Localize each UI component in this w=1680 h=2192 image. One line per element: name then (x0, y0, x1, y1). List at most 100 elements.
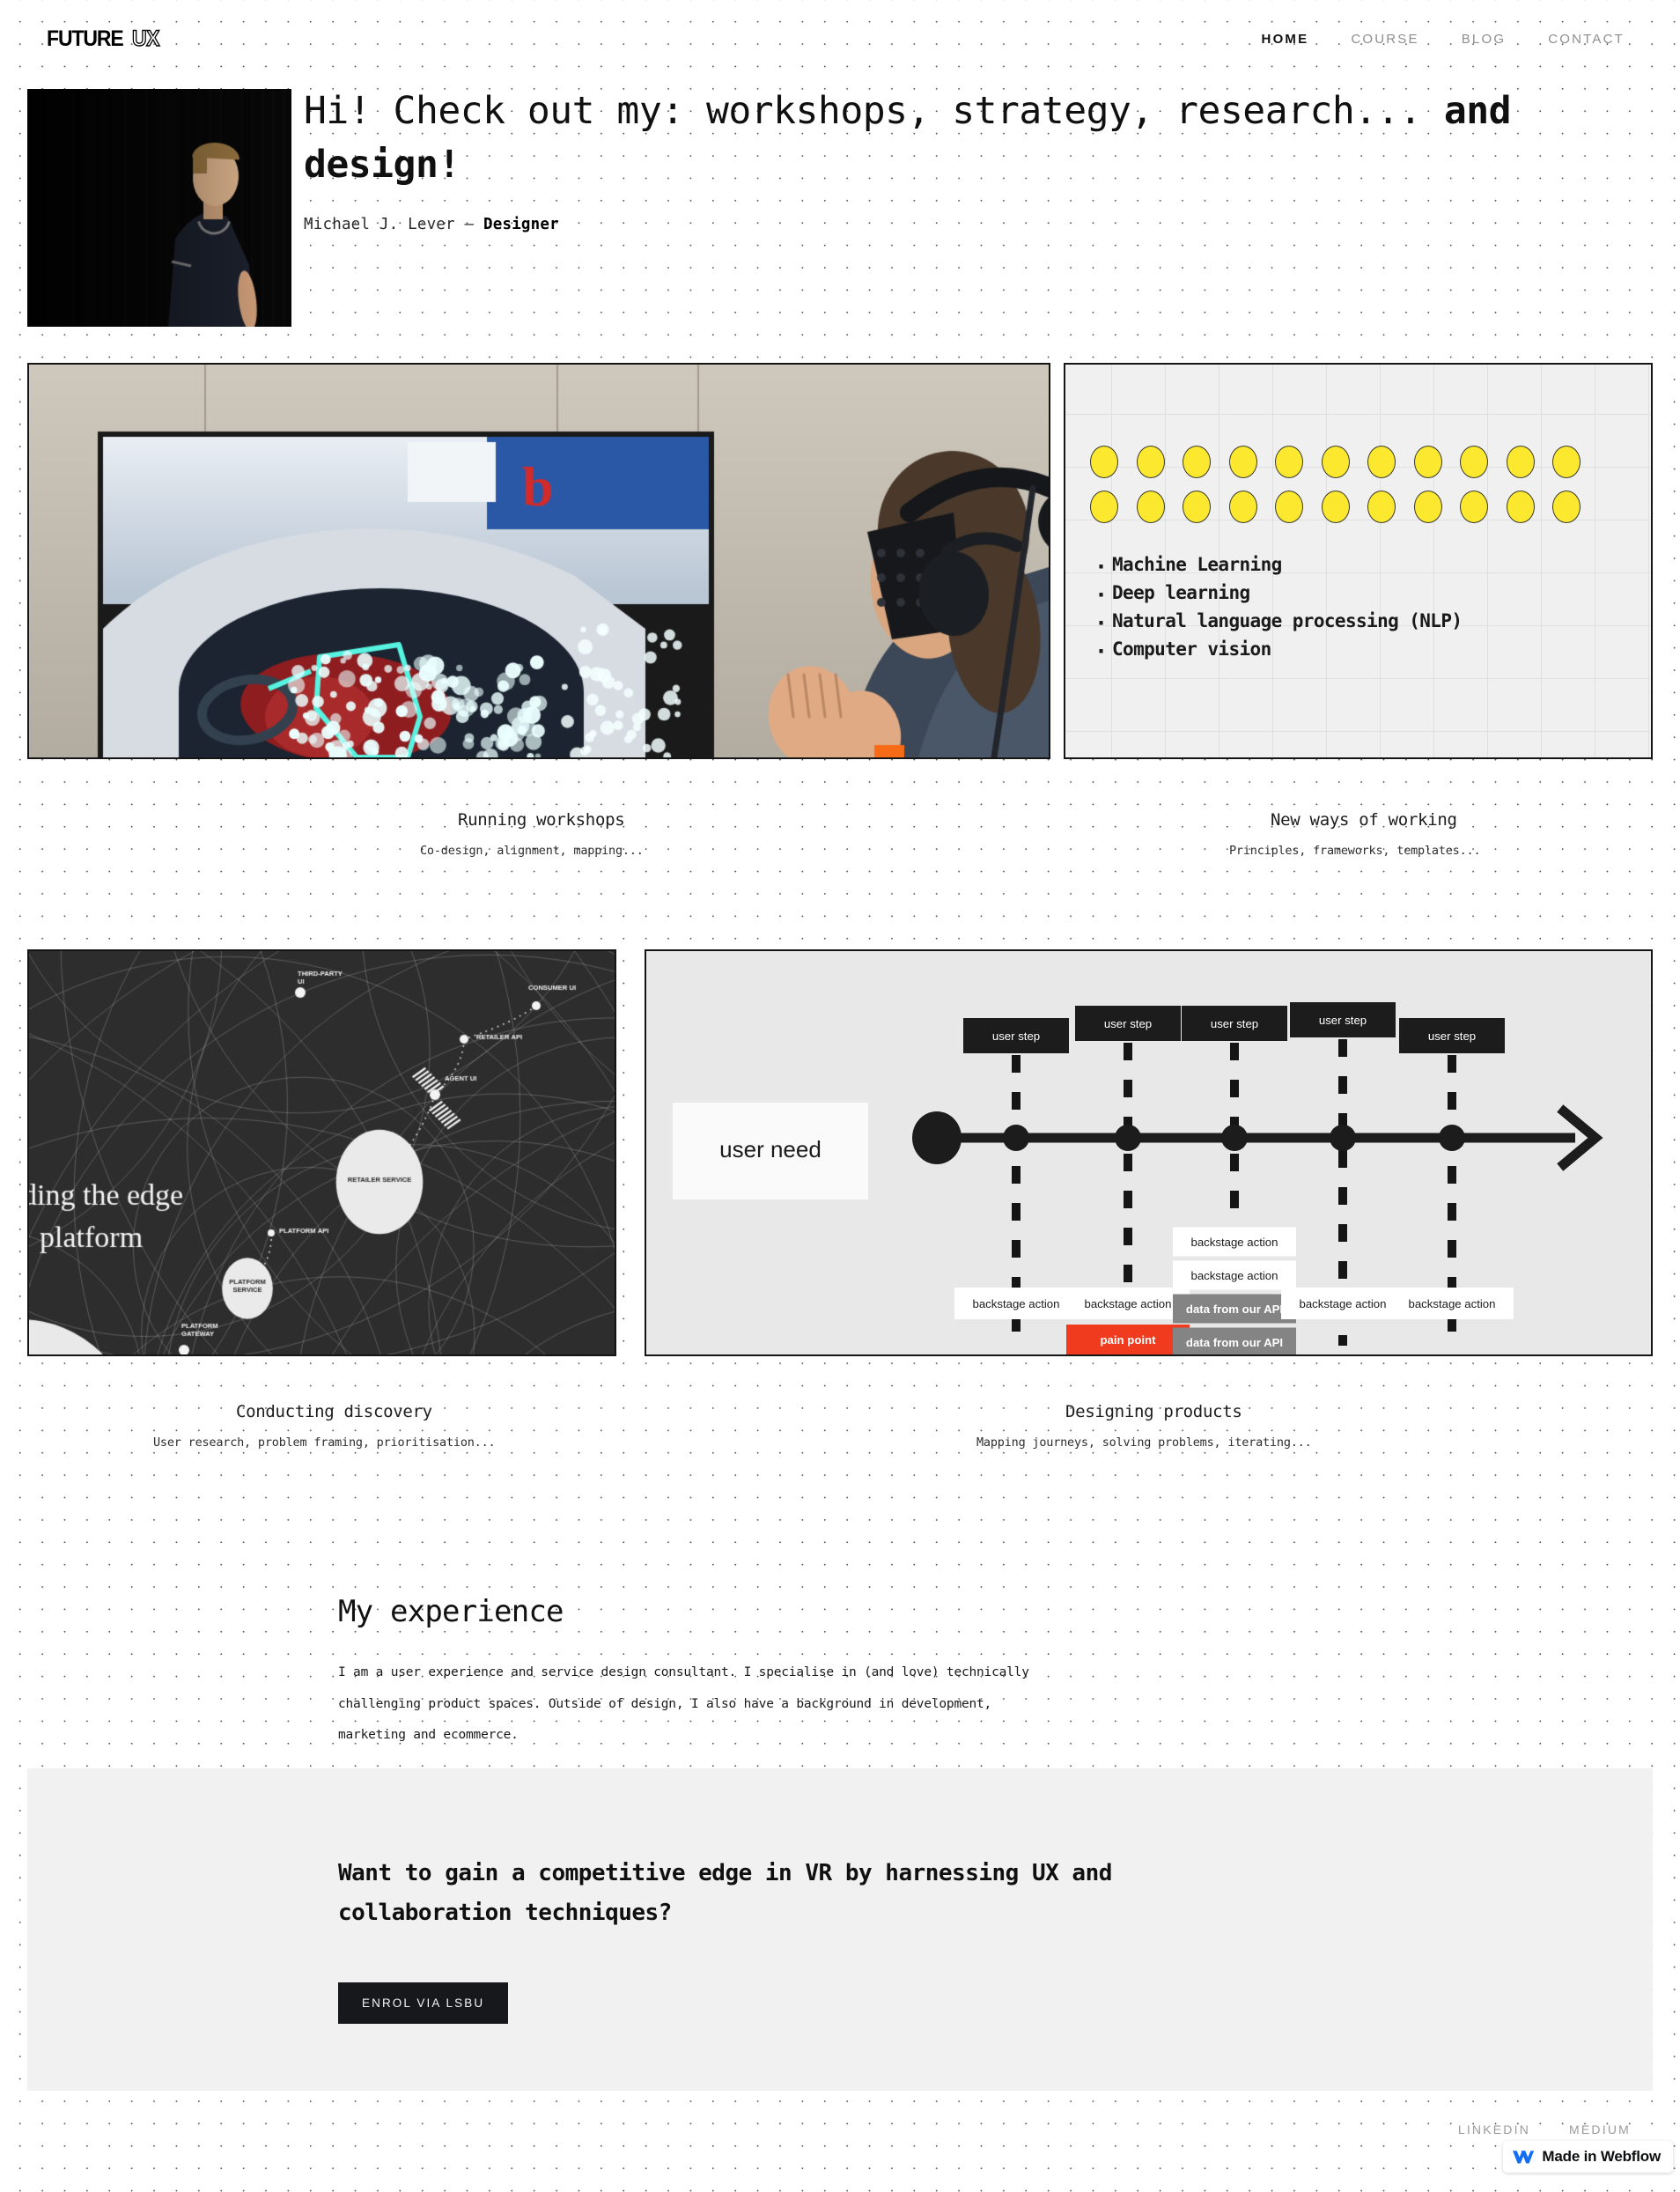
yellow-dot-row (1081, 446, 1651, 478)
media-row-workshops: Machine LearningDeep learningNatural lan… (0, 363, 1680, 759)
backstage-action-box: backstage action (1390, 1288, 1514, 1319)
yellow-dot (1507, 446, 1535, 478)
media-row-discovery: user need user step backstage action user s… (0, 949, 1680, 1356)
yellow-dot (1090, 446, 1118, 478)
caption-title: Running workshops (458, 810, 644, 830)
yellow-dot (1137, 446, 1165, 478)
hero-title-regular: Hi! Check out my: workshops, strategy, r… (304, 89, 1444, 133)
yellow-dot (1460, 491, 1488, 523)
webflow-badge-label: Made in Webflow (1542, 2148, 1661, 2166)
nav-item-blog[interactable]: BLOG (1462, 32, 1506, 47)
caption-running-workshops: Running workshops Co-design, alignment, … (458, 810, 644, 858)
yellow-dot (1322, 491, 1350, 523)
site-footer: LINKEDIN MEDIUM Made in Webflow (0, 2091, 1680, 2192)
backstage-action-box: backstage action (1173, 1228, 1296, 1257)
yellow-dot (1367, 446, 1396, 478)
user-step-box: user step (963, 1018, 1069, 1053)
portrait-image (27, 89, 291, 327)
enrol-button[interactable]: ENROL VIA LSBU (338, 1982, 508, 2024)
yellow-dot (1460, 446, 1488, 478)
caption-title: New ways of working (1271, 810, 1480, 830)
logo-secondary-text: UX (132, 26, 159, 52)
yellow-dot (1275, 491, 1303, 523)
ai-topics-panel: Machine LearningDeep learningNatural lan… (1064, 363, 1653, 759)
nav-item-contact[interactable]: CONTACT (1548, 32, 1625, 47)
svg-text:user step: user step (1104, 1017, 1152, 1030)
yellow-dot (1367, 491, 1396, 523)
caption-subtitle: Co-design, alignment, mapping... (420, 844, 644, 858)
yellow-dot (1137, 491, 1165, 523)
nav-item-course[interactable]: COURSE (1351, 32, 1418, 47)
cta-section: Want to gain a competitive edge in VR by… (27, 1768, 1653, 2091)
caption-subtitle: Mapping journeys, solving problems, iter… (976, 1436, 1312, 1450)
cta-headline: Want to gain a competitive edge in VR by… (338, 1854, 1131, 1933)
ai-topic-item: Deep learning (1091, 579, 1651, 608)
hero-text-block: Hi! Check out my: workshops, strategy, r… (304, 85, 1651, 233)
yellow-dot (1090, 491, 1118, 523)
footer-link-linkedin[interactable]: LINKEDIN (1458, 2122, 1530, 2137)
caption-subtitle: User research, problem framing, prioriti… (153, 1436, 495, 1450)
made-in-webflow-badge[interactable]: Made in Webflow (1503, 2141, 1673, 2173)
caption-new-ways-of-working: New ways of working Principles, framewor… (1271, 810, 1480, 858)
api-data-box: data from our API (1173, 1295, 1296, 1324)
yellow-dot (1275, 446, 1303, 478)
service-network-diagram (27, 949, 616, 1356)
svg-text:backstage action: backstage action (1409, 1297, 1496, 1310)
svg-text:user need: user need (719, 1136, 822, 1162)
yellow-dot (1183, 446, 1211, 478)
pain-point-box: pain point (1066, 1325, 1190, 1354)
yellow-dot-grid (1065, 365, 1651, 523)
svg-text:backstage action: backstage action (973, 1297, 1060, 1310)
api-data-box: data from our API (1173, 1328, 1296, 1355)
site-logo[interactable]: FUTURE UX (47, 26, 162, 52)
yellow-dot (1552, 491, 1581, 523)
yellow-dot-row (1081, 491, 1651, 523)
svg-text:backstage action: backstage action (1300, 1297, 1387, 1310)
user-step-box: user step (1399, 1018, 1505, 1053)
page-title: Hi! Check out my: workshops, strategy, r… (304, 85, 1651, 192)
site-header: FUTURE UX HOME COURSE BLOG CONTACT (0, 0, 1680, 77)
svg-text:data from our API: data from our API (1186, 1303, 1283, 1316)
user-need-note: user need (673, 1103, 868, 1199)
svg-text:backstage action: backstage action (1191, 1269, 1278, 1282)
footer-links: LINKEDIN MEDIUM (1458, 2122, 1631, 2137)
yellow-dot (1507, 491, 1535, 523)
svg-text:backstage action: backstage action (1191, 1236, 1278, 1249)
backstage-action-box: backstage action (1066, 1288, 1190, 1319)
user-step-box: user step (1182, 1006, 1287, 1041)
portrait-photo (27, 89, 291, 327)
svg-text:user step: user step (992, 1030, 1040, 1043)
svg-text:backstage action: backstage action (1085, 1297, 1172, 1310)
blueprint-svg: user need user step backstage action user s… (646, 951, 1651, 1354)
ai-topic-item: Natural language processing (NLP) (1091, 608, 1651, 636)
svg-text:user step: user step (1211, 1017, 1258, 1030)
caption-subtitle: Principles, frameworks, templates... (1229, 844, 1480, 858)
backstage-action-box: backstage action (954, 1288, 1078, 1319)
backstage-action-box: backstage action (1173, 1261, 1296, 1290)
main-navigation: HOME COURSE BLOG CONTACT (1262, 32, 1633, 47)
svg-text:pain point: pain point (1101, 1333, 1157, 1347)
yellow-dot (1229, 491, 1257, 523)
ai-topic-item: Machine Learning (1091, 551, 1651, 579)
nav-item-home[interactable]: HOME (1262, 32, 1309, 47)
ai-topics-list: Machine LearningDeep learningNatural lan… (1065, 535, 1651, 664)
caption-title: Designing products (1065, 1402, 1312, 1421)
network-diagram-image (29, 951, 615, 1354)
svg-text:user step: user step (1319, 1014, 1367, 1027)
service-blueprint-diagram: user need user step backstage action user s… (645, 949, 1653, 1356)
yellow-dot (1322, 446, 1350, 478)
caption-designing-products: Designing products Mapping journeys, sol… (1065, 1402, 1312, 1450)
svg-text:data from our API: data from our API (1186, 1336, 1283, 1349)
svg-text:user step: user step (1428, 1030, 1476, 1043)
footer-link-medium[interactable]: MEDIUM (1569, 2122, 1631, 2137)
yellow-dot (1229, 446, 1257, 478)
experience-body-text: I am a user experience and service desig… (338, 1657, 1034, 1752)
caption-conducting-discovery: Conducting discovery User research, prob… (236, 1402, 495, 1450)
hero-subtitle-name: Michael J. Lever – (304, 216, 483, 233)
webflow-logo-icon (1513, 2150, 1534, 2165)
yellow-dot (1414, 446, 1442, 478)
user-step-box: user step (1290, 1002, 1396, 1037)
hero-subtitle: Michael J. Lever – Designer (304, 216, 1651, 233)
timeline-start-node (912, 1111, 962, 1164)
user-step-box: user step (1075, 1006, 1181, 1041)
